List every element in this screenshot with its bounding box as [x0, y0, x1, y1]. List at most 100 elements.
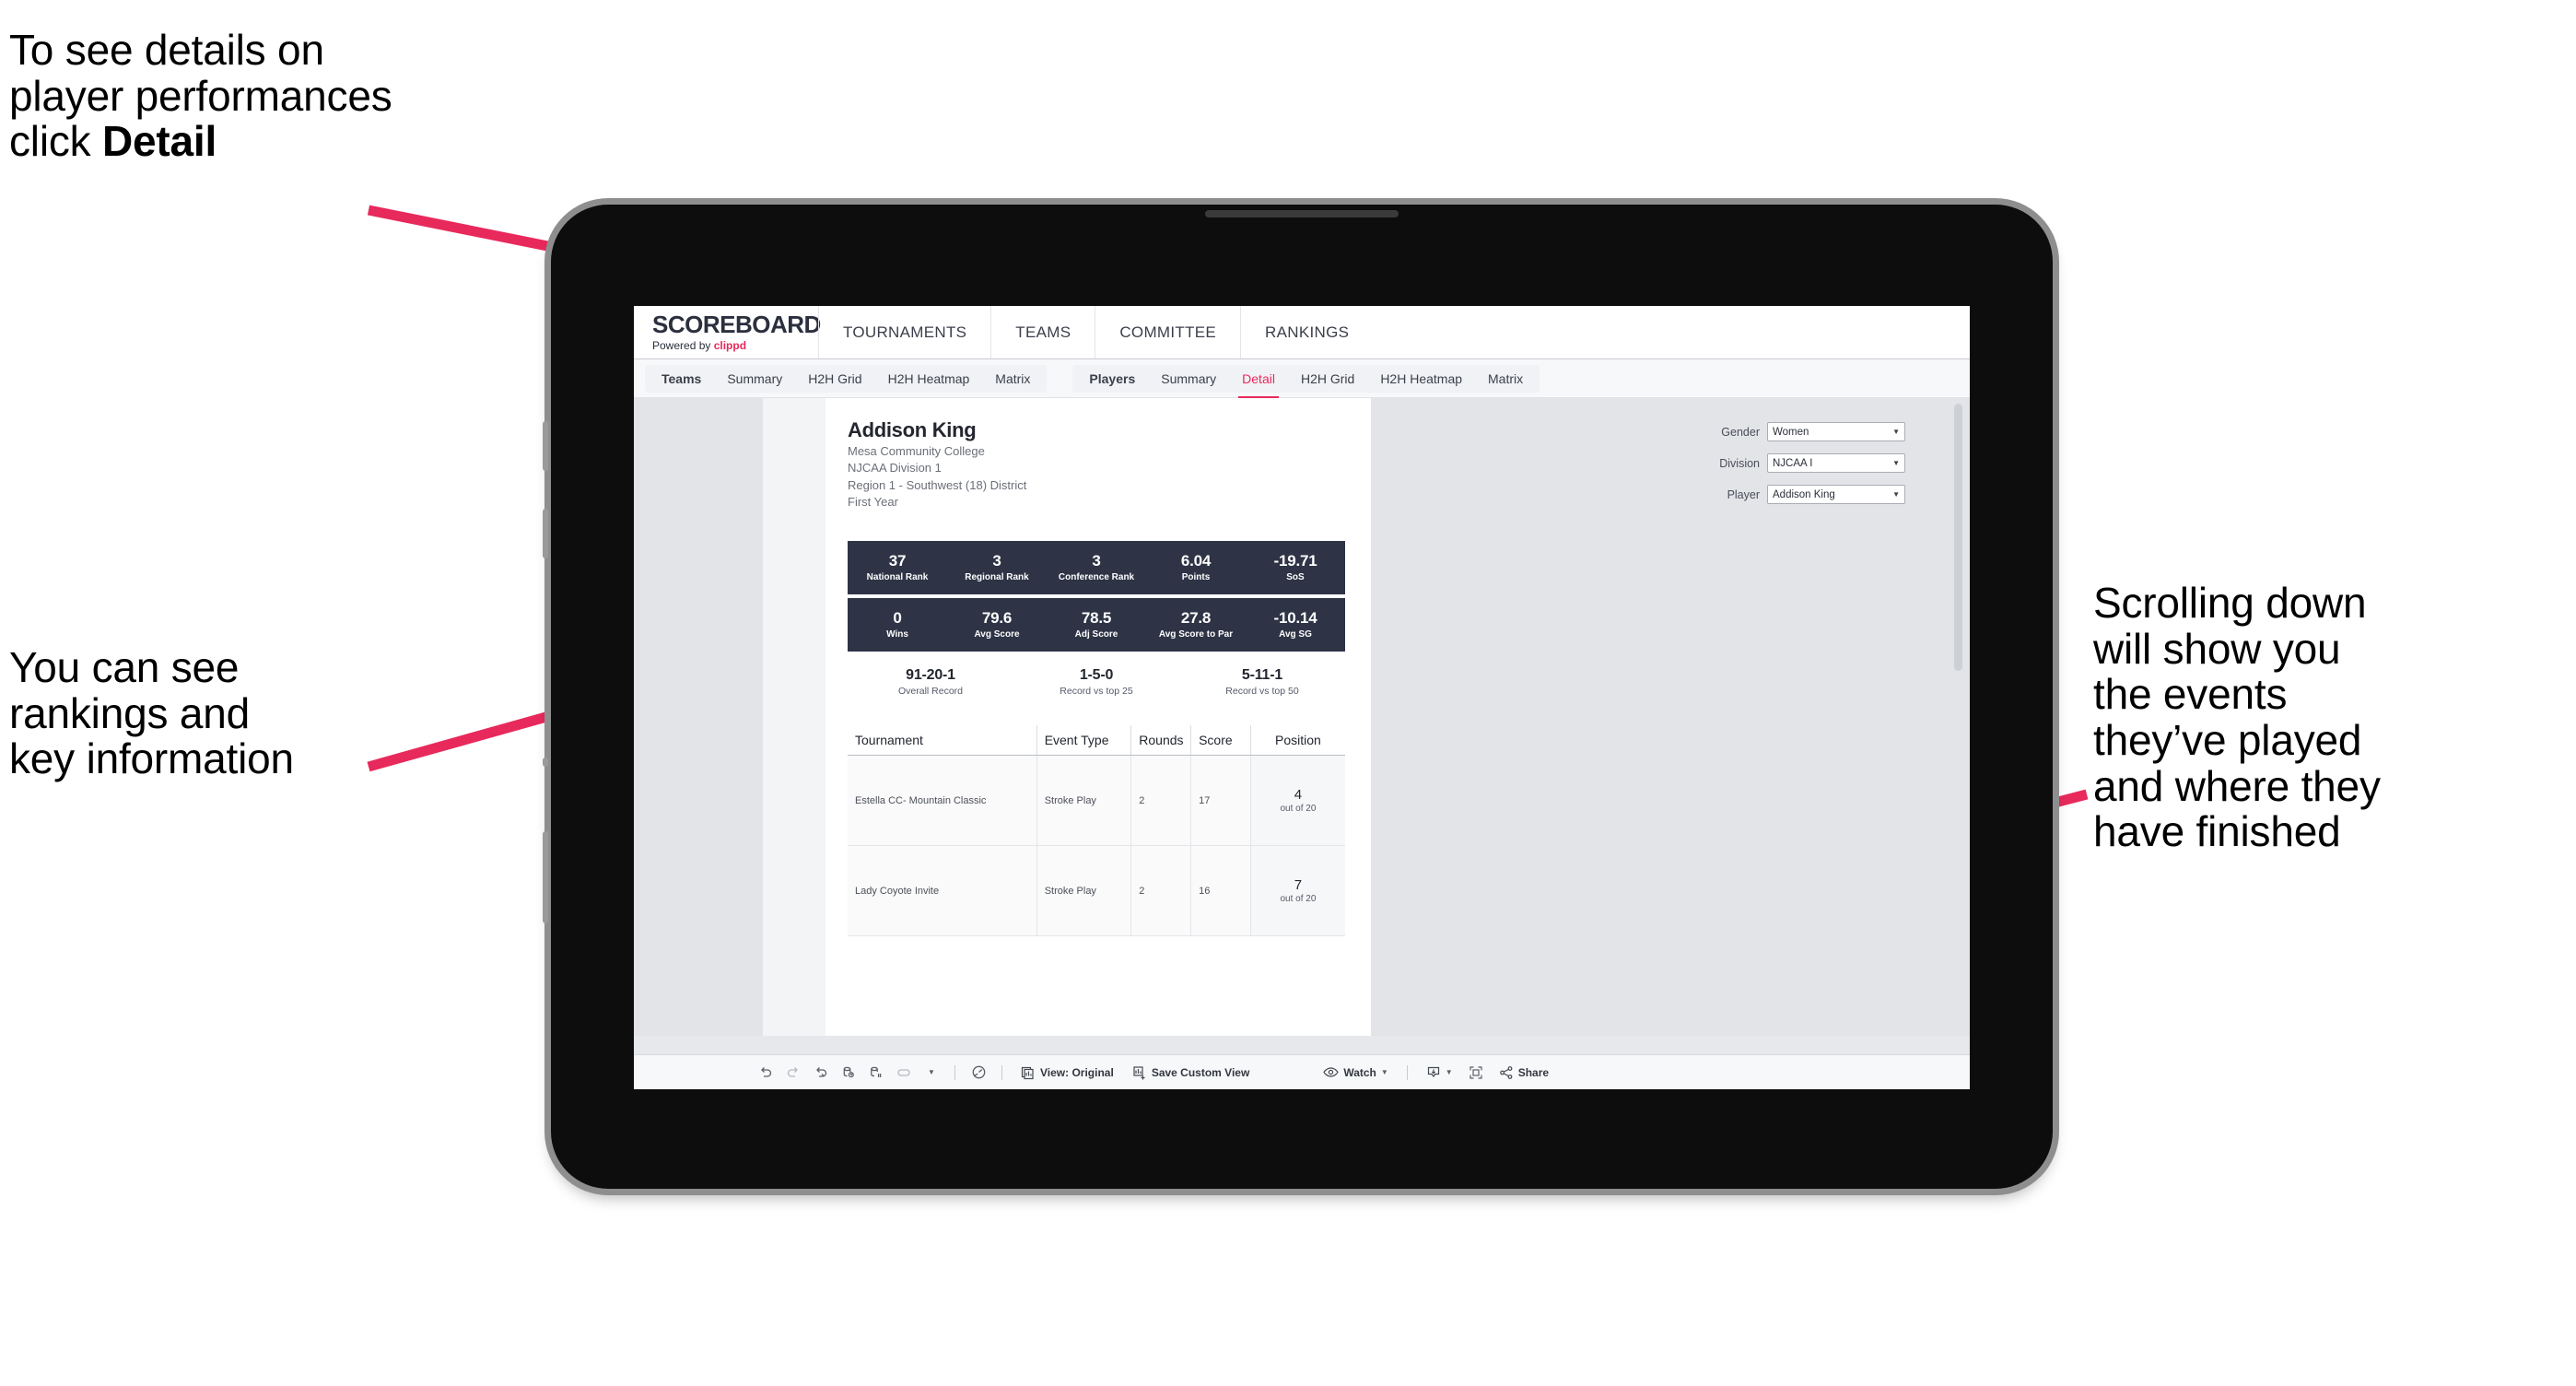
sub-nav-players-detail[interactable]: Detail [1229, 365, 1288, 398]
filter-value-division: NJCAA I [1773, 457, 1813, 469]
brand-logo[interactable]: SCOREBOARD Powered by clippd [634, 311, 821, 352]
cell-score: 16 [1190, 845, 1251, 936]
annotation-mid-left-line1: You can see [9, 643, 240, 691]
save-custom-view-button[interactable]: Save Custom View [1123, 1065, 1259, 1080]
sub-nav-teams-matrix[interactable]: Matrix [982, 365, 1043, 393]
tablet-volume-up-button[interactable] [543, 421, 548, 471]
column-header-event-type[interactable]: Event Type [1036, 725, 1132, 756]
player-year: First Year [848, 494, 898, 509]
column-header-tournament[interactable]: Tournament [848, 725, 1037, 756]
chevron-down-icon: ▼ [1892, 459, 1900, 467]
records-row: 91-20-1 Overall Record 1-5-0 Record vs t… [848, 667, 1345, 697]
sub-nav-players-h2h-grid[interactable]: H2H Grid [1288, 365, 1367, 393]
sub-nav-players-matrix[interactable]: Matrix [1475, 365, 1536, 393]
chevron-down-icon: ▼ [1892, 428, 1900, 436]
watch-button[interactable]: Watch ▼ [1314, 1066, 1397, 1079]
pause-auto-update-icon[interactable] [862, 1065, 890, 1080]
record-label: Overall Record [897, 686, 964, 697]
nav-item-rankings[interactable]: RANKINGS [1240, 306, 1373, 358]
stat-wins: 0 Wins [848, 610, 947, 640]
stat-label: Avg SG [1279, 628, 1312, 640]
sub-nav-teams-h2h-heatmap[interactable]: H2H Heatmap [875, 365, 983, 393]
refresh-data-icon[interactable] [835, 1065, 862, 1080]
column-header-position[interactable]: Position [1250, 725, 1345, 756]
filter-select-player[interactable]: Addison King ▼ [1767, 485, 1905, 504]
nav-item-teams[interactable]: TEAMS [990, 306, 1095, 358]
filter-value-gender: Women [1773, 426, 1809, 438]
sub-nav-teams-group: Teams Summary H2H Grid H2H Heatmap Matri… [645, 364, 1048, 393]
annotation-mid-left: You can see rankings and key information [9, 643, 488, 782]
record-value: 91-20-1 [906, 667, 955, 683]
annotation-right-line2: will show you [2093, 624, 2341, 673]
stat-value: 3 [992, 552, 1001, 570]
share-icon [1499, 1065, 1514, 1080]
powered-clippd: clippd [713, 339, 747, 352]
filter-select-division[interactable]: NJCAA I ▼ [1767, 453, 1905, 473]
stat-label: Regional Rank [965, 571, 1029, 582]
player-division: NJCAA Division 1 [848, 461, 942, 476]
stat-label: Adj Score [1074, 628, 1118, 640]
column-header-rounds[interactable]: Rounds [1130, 725, 1192, 756]
share-button[interactable]: Share [1490, 1065, 1558, 1080]
filter-row-gender: Gender Women ▼ [1677, 422, 1905, 441]
table-row[interactable]: Lady Coyote Invite Stroke Play 2 16 7 ou… [848, 845, 1345, 936]
tablet-power-button[interactable] [543, 831, 548, 923]
annotation-top-left: To see details on player performances cl… [9, 27, 617, 166]
filter-select-gender[interactable]: Women ▼ [1767, 422, 1905, 441]
loop-icon[interactable] [890, 1065, 918, 1080]
record-overall: 91-20-1 Overall Record [848, 667, 1013, 697]
stat-label: Conference Rank [1058, 571, 1135, 582]
save-view-icon [1132, 1065, 1147, 1080]
stat-label: National Rank [866, 571, 929, 582]
record-value: 5-11-1 [1241, 667, 1283, 683]
annotation-right-line6: have finished [2093, 807, 2341, 856]
stat-label: SoS [1286, 571, 1305, 582]
annotation-top-left-line3-prefix: click [9, 117, 103, 166]
stat-value: 78.5 [1081, 609, 1112, 628]
sub-nav-teams-summary[interactable]: Summary [714, 365, 795, 393]
tablet-side-dot [543, 758, 548, 767]
stat-label: Wins [886, 628, 908, 640]
app-header: SCOREBOARD Powered by clippd TOURNAMENTS… [634, 306, 1970, 359]
brand-logo-text: SCOREBOARD [652, 311, 821, 338]
sub-nav-teams[interactable]: Teams [649, 365, 714, 393]
tablet-volume-down-button[interactable] [543, 509, 548, 558]
sub-nav-players[interactable]: Players [1076, 365, 1148, 393]
device-preview-icon[interactable] [965, 1064, 992, 1080]
player-region: Region 1 - Southwest (18) District [848, 477, 1027, 492]
fullscreen-icon[interactable] [1462, 1065, 1490, 1080]
stat-sos: -19.71 SoS [1246, 553, 1345, 582]
sub-nav-players-h2h-heatmap[interactable]: H2H Heatmap [1367, 365, 1475, 393]
cell-position: 7 out of 20 [1250, 845, 1345, 936]
nav-item-committee[interactable]: COMMITTEE [1095, 306, 1240, 358]
annotation-right-line1: Scrolling down [2093, 579, 2367, 627]
cell-tournament: Lady Coyote Invite [848, 845, 1037, 936]
sub-nav-teams-h2h-grid[interactable]: H2H Grid [795, 365, 874, 393]
stat-value: 27.8 [1180, 609, 1212, 628]
annotation-right-line5: and where they [2093, 761, 2381, 810]
table-row[interactable]: Estella CC- Mountain Classic Stroke Play… [848, 755, 1345, 846]
sub-nav-players-summary[interactable]: Summary [1148, 365, 1229, 393]
nav-item-tournaments[interactable]: TOURNAMENTS [818, 306, 990, 358]
annotation-top-left-line3-bold: Detail [102, 117, 217, 166]
eye-icon [1323, 1066, 1340, 1078]
share-label: Share [1517, 1065, 1550, 1079]
position-value: 4 [1294, 787, 1303, 803]
view-original-button[interactable]: View: Original [1012, 1065, 1123, 1080]
tablet-speaker [1205, 210, 1399, 217]
cell-rounds: 2 [1130, 845, 1192, 936]
stat-value: -19.71 [1273, 552, 1317, 570]
view-original-label: View: Original [1040, 1065, 1114, 1079]
vertical-scrollbar[interactable] [1954, 404, 1962, 671]
chevron-down-icon[interactable]: ▼ [918, 1068, 945, 1076]
column-header-score[interactable]: Score [1190, 725, 1251, 756]
redo-icon[interactable] [779, 1065, 807, 1080]
slide-canvas: To see details on player performances cl… [0, 0, 2576, 1386]
stat-label: Avg Score [974, 628, 1020, 640]
undo-icon[interactable] [752, 1065, 779, 1080]
annotation-right-line3: the events [2093, 670, 2288, 719]
revert-icon[interactable] [807, 1065, 835, 1080]
download-button[interactable]: ▼ [1417, 1065, 1462, 1080]
stat-value: -10.14 [1273, 609, 1317, 628]
stats-bar-secondary: 0 Wins 79.6 Avg Score 78.5 Adj Score 27.… [848, 598, 1345, 652]
